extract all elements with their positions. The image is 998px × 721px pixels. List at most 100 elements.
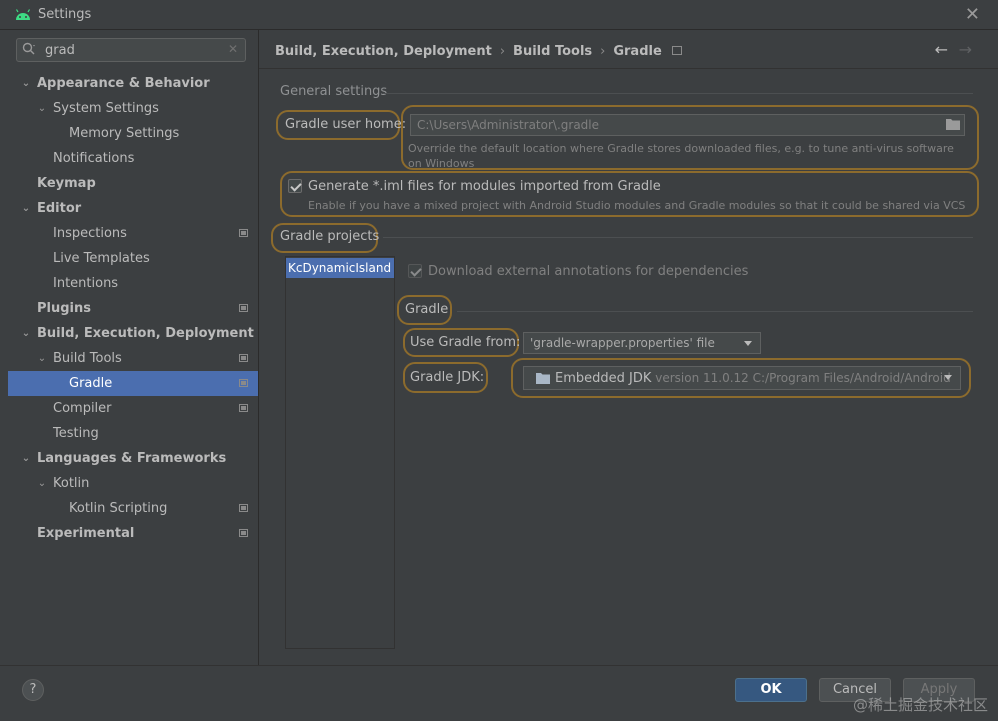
gradle-jdk-name: Embedded JDK xyxy=(555,371,652,386)
tree-item-gradle[interactable]: Gradle xyxy=(8,371,258,396)
chevron-down-icon[interactable]: ⌄ xyxy=(36,346,48,371)
breadcrumb-item[interactable]: Build, Execution, Deployment xyxy=(275,44,492,59)
tree-item-label: Languages & Frameworks xyxy=(37,451,227,466)
section-title-gradle-projects: Gradle projects xyxy=(280,229,380,244)
tree-item-label: Build, Execution, Deployment xyxy=(37,326,254,341)
tree-item-label: Experimental xyxy=(37,526,135,541)
tree-item-label: Keymap xyxy=(37,176,96,191)
breadcrumb-item-current: Gradle xyxy=(613,44,662,59)
use-gradle-from-dropdown[interactable]: 'gradle-wrapper.properties' file xyxy=(523,332,761,354)
tree-item-label: Compiler xyxy=(53,401,112,416)
tree-item-keymap[interactable]: Keymap xyxy=(8,171,258,196)
project-level-icon xyxy=(239,529,248,537)
back-arrow-icon[interactable]: ← xyxy=(935,40,948,59)
section-title-general: General settings xyxy=(280,84,388,99)
use-gradle-from-label: Use Gradle from: xyxy=(410,335,521,350)
tree-item-label: Testing xyxy=(53,426,99,441)
tree-item-appearance-behavior[interactable]: ⌄ Appearance & Behavior xyxy=(8,71,258,96)
use-gradle-from-value: 'gradle-wrapper.properties' file xyxy=(530,336,715,350)
breadcrumb: Build, Execution, Deployment › Build Tools… xyxy=(275,44,682,59)
help-button[interactable]: ? xyxy=(22,679,44,701)
chevron-down-icon[interactable]: ⌄ xyxy=(20,446,32,471)
tree-item-label: Live Templates xyxy=(53,251,150,266)
tree-item-label: Notifications xyxy=(53,151,135,166)
clear-search-icon[interactable]: ✕ xyxy=(228,42,238,56)
download-annotations-checkbox[interactable] xyxy=(408,264,422,278)
project-level-icon xyxy=(671,46,682,55)
ok-button[interactable]: OK xyxy=(735,678,807,702)
tree-item-intentions[interactable]: Intentions xyxy=(8,271,258,296)
window-title: Settings xyxy=(38,7,92,22)
tree-item-inspections[interactable]: Inspections xyxy=(8,221,258,246)
settings-search[interactable]: ✕ xyxy=(16,38,246,62)
chevron-down-icon[interactable]: ⌄ xyxy=(20,196,32,221)
gradle-user-home-field[interactable]: C:\Users\Administrator\.gradle xyxy=(410,114,965,136)
chevron-down-icon[interactable]: ⌄ xyxy=(36,96,48,121)
tree-item-kotlin[interactable]: ⌄ Kotlin xyxy=(8,471,258,496)
chevron-down-icon[interactable]: ⌄ xyxy=(20,71,32,96)
breadcrumb-item[interactable]: Build Tools xyxy=(513,44,592,59)
tree-item-memory-settings[interactable]: Memory Settings xyxy=(8,121,258,146)
project-list-item[interactable]: KcDynamicIsland xyxy=(286,258,394,278)
project-level-icon xyxy=(239,404,248,412)
settings-sidebar: ✕ ⌄ Appearance & Behavior ⌄ System Setti… xyxy=(8,30,258,665)
tree-item-label: Kotlin Scripting xyxy=(69,501,168,516)
gradle-projects-list: KcDynamicIsland xyxy=(285,256,395,649)
folder-icon[interactable] xyxy=(946,118,960,130)
tree-item-compiler[interactable]: Compiler xyxy=(8,396,258,421)
section-divider xyxy=(383,237,973,238)
chevron-down-icon xyxy=(944,375,952,380)
tree-item-label: Intentions xyxy=(53,276,119,291)
tree-item-label: Inspections xyxy=(53,226,127,241)
gradle-jdk-dropdown[interactable]: Embedded JDK version 11.0.12 C:/Program … xyxy=(523,366,961,390)
gradle-user-home-hint: Override the default location where Grad… xyxy=(408,142,954,170)
tree-item-experimental[interactable]: Experimental xyxy=(8,521,258,546)
tree-item-testing[interactable]: Testing xyxy=(8,421,258,446)
tree-item-build-execution-deployment[interactable]: ⌄ Build, Execution, Deployment xyxy=(8,321,258,346)
tree-item-live-templates[interactable]: Live Templates xyxy=(8,246,258,271)
tree-item-label: Memory Settings xyxy=(69,126,180,141)
tree-item-system-settings[interactable]: ⌄ System Settings xyxy=(8,96,258,121)
download-annotations-label[interactable]: Download external annotations for depend… xyxy=(428,264,748,279)
close-icon[interactable]: ✕ xyxy=(965,4,980,25)
project-level-icon xyxy=(239,304,248,312)
header-divider xyxy=(259,68,998,69)
tree-item-label: Gradle xyxy=(69,376,113,391)
tree-item-label: Plugins xyxy=(37,301,91,316)
project-level-icon xyxy=(239,504,248,512)
tree-item-notifications[interactable]: Notifications xyxy=(8,146,258,171)
tree-item-label: Appearance & Behavior xyxy=(37,76,210,91)
tree-item-label: Editor xyxy=(37,201,82,216)
tree-item-build-tools[interactable]: ⌄ Build Tools xyxy=(8,346,258,371)
tree-item-label: Build Tools xyxy=(53,351,122,366)
tree-item-plugins[interactable]: Plugins xyxy=(8,296,258,321)
breadcrumb-separator: › xyxy=(600,44,606,59)
tree-item-label: System Settings xyxy=(53,101,159,116)
tree-item-label: Kotlin xyxy=(53,476,90,491)
chevron-down-icon[interactable]: ⌄ xyxy=(20,321,32,346)
project-level-icon xyxy=(239,229,248,237)
search-icon xyxy=(22,42,35,55)
chevron-down-icon xyxy=(744,341,752,346)
gradle-jdk-detail: version 11.0.12 C:/Program Files/Android… xyxy=(655,371,951,385)
watermark: @稀土掘金技术社区 xyxy=(852,696,988,714)
project-level-icon xyxy=(239,379,248,387)
title-bar: Settings ✕ xyxy=(0,0,998,30)
generate-iml-label[interactable]: Generate *.iml files for modules importe… xyxy=(308,179,661,194)
tree-item-editor[interactable]: ⌄ Editor xyxy=(8,196,258,221)
settings-content: Build, Execution, Deployment › Build Tools… xyxy=(259,30,998,665)
chevron-down-icon[interactable]: ⌄ xyxy=(36,471,48,496)
forward-arrow-icon[interactable]: → xyxy=(959,40,972,59)
section-divider xyxy=(383,93,973,94)
search-input[interactable] xyxy=(45,41,225,59)
section-divider xyxy=(457,311,973,312)
generate-iml-checkbox[interactable] xyxy=(288,179,302,193)
section-title-gradle: Gradle xyxy=(405,302,449,317)
dialog-footer: ? OK Cancel Apply @稀土掘金技术社区 xyxy=(0,665,998,721)
tree-item-languages-frameworks[interactable]: ⌄ Languages & Frameworks xyxy=(8,446,258,471)
gradle-user-home-label: Gradle user home: xyxy=(285,117,407,132)
gradle-jdk-label: Gradle JDK: xyxy=(410,370,485,385)
tree-item-kotlin-scripting[interactable]: Kotlin Scripting xyxy=(8,496,258,521)
jdk-folder-icon xyxy=(536,373,550,384)
gradle-user-home-value: C:\Users\Administrator\.gradle xyxy=(417,118,600,132)
